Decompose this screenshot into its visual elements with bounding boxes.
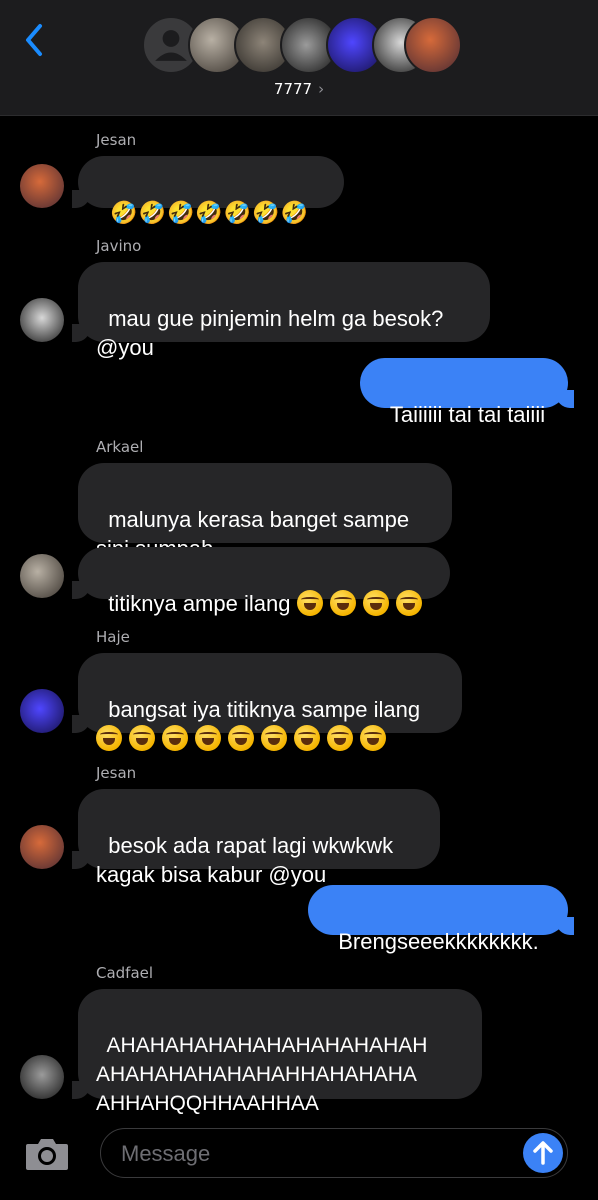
message-text: AHAHAHAHAHAHAHAHAHAHAH AHAHAHAHAHAHAHHAH… — [96, 1034, 428, 1115]
chevron-left-icon[interactable] — [20, 22, 50, 58]
conversation-header: 7777 › — [0, 0, 598, 116]
sender-name: Haje — [96, 628, 130, 646]
send-button[interactable] — [523, 1133, 563, 1173]
message-text: Brengseeekkkkkkkk. — [338, 929, 539, 954]
avatar-arkael[interactable] — [20, 554, 64, 598]
outgoing-message[interactable]: Brengseeekkkkkkkk. — [308, 885, 574, 954]
member-avatar — [404, 16, 462, 74]
avatar-haje[interactable] — [20, 689, 64, 733]
incoming-message[interactable]: 🤣🤣🤣🤣🤣🤣🤣 — [72, 156, 344, 225]
group-name: 7777 — [273, 80, 313, 98]
incoming-message[interactable]: bangsat iya titiknya sampe ilang — [72, 653, 462, 751]
sender-name: Jesan — [96, 131, 137, 149]
incoming-message[interactable]: besok ada rapat lagi wkwkwk kagak bisa k… — [72, 789, 440, 887]
sender-name: Jesan — [96, 764, 137, 782]
incoming-message[interactable]: AHAHAHAHAHAHAHAHAHAHAH AHAHAHAHAHAHAHHAH… — [72, 989, 482, 1115]
rofl-emoji — [290, 590, 428, 616]
message-field[interactable] — [100, 1128, 568, 1178]
avatar-javino[interactable] — [20, 298, 64, 342]
incoming-message[interactable]: titiknya ampe ilang — [72, 547, 450, 616]
message-text: besok ada rapat lagi wkwkwk kagak bisa k… — [96, 833, 394, 887]
message-text: mau gue pinjemin helm ga besok? @you — [96, 306, 444, 360]
message-text: Taiiiiii tai tai taiiii — [389, 402, 546, 427]
incoming-message[interactable]: malunya kerasa banget sampe sini sumpah — [78, 463, 452, 561]
rofl-emoji — [96, 725, 393, 751]
outgoing-message[interactable]: Taiiiiii tai tai taiiii — [360, 358, 574, 427]
message-text: 🤣🤣🤣🤣🤣🤣🤣 — [110, 200, 309, 225]
camera-icon[interactable] — [24, 1136, 70, 1172]
message-input[interactable] — [119, 1139, 503, 1169]
arrow-up-icon — [533, 1141, 553, 1165]
avatar-jesan[interactable] — [20, 164, 64, 208]
group-title[interactable]: 7777 › — [0, 80, 598, 98]
sender-name: Cadfael — [96, 964, 154, 982]
avatar-jesan[interactable] — [20, 825, 64, 869]
chevron-right-icon: › — [318, 80, 325, 98]
sender-name: Arkael — [96, 438, 144, 456]
group-avatars[interactable] — [142, 16, 462, 76]
incoming-message[interactable]: mau gue pinjemin helm ga besok? @you — [72, 262, 490, 360]
avatar-cadfael[interactable] — [20, 1055, 64, 1099]
message-text: bangsat iya titiknya sampe ilang — [108, 697, 421, 722]
sender-name: Javino — [96, 237, 142, 255]
message-text: titiknya ampe ilang — [108, 591, 291, 616]
